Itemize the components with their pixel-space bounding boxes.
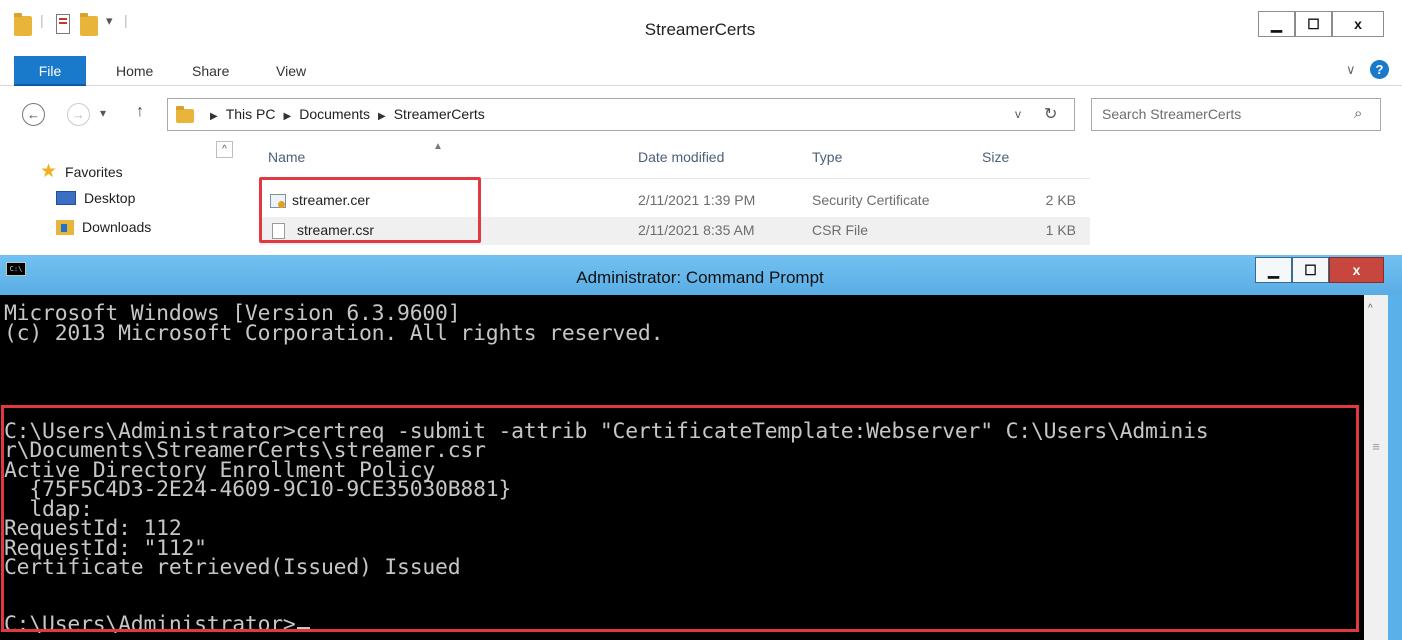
tab-home[interactable]: Home <box>116 56 153 86</box>
console-output[interactable]: Microsoft Windows [Version 6.3.9600] (c)… <box>0 295 1364 640</box>
folder-icon <box>176 106 194 123</box>
close-button[interactable]: x <box>1332 11 1384 37</box>
nav-downloads[interactable]: Downloads <box>56 219 151 235</box>
scroll-thumb-grip-icon[interactable]: ≡ <box>1366 431 1386 463</box>
refresh-icon[interactable]: ↻ <box>1044 104 1057 124</box>
nav-desktop[interactable]: Desktop <box>56 190 135 206</box>
search-input[interactable]: Search StreamerCerts ⌕ <box>1091 98 1381 131</box>
command-prompt-icon[interactable]: C:\ <box>6 262 26 276</box>
cmd-window-title: Administrator: Command Prompt <box>576 268 824 287</box>
new-folder-icon[interactable] <box>80 13 98 36</box>
navigation-pane: ^ ★ Favorites Desktop Downloads <box>0 140 240 255</box>
forward-icon[interactable]: → <box>67 103 90 126</box>
window-controls: ▁ ☐ x <box>1258 11 1384 37</box>
ribbon-tabs: File Home Share View ∨ ? <box>0 56 1402 86</box>
breadcrumb-separator-icon[interactable]: ▶ <box>378 111 386 122</box>
nav-favorites[interactable]: ★ Favorites <box>40 160 123 183</box>
back-icon[interactable]: ← <box>22 103 45 126</box>
scroll-up-icon[interactable]: ^ <box>216 141 233 158</box>
customize-dropdown-icon[interactable]: ▾ <box>106 13 113 33</box>
breadcrumb-this-pc[interactable]: This PC <box>226 106 276 122</box>
breadcrumb-separator-icon: ▶ <box>210 111 218 122</box>
close-button[interactable]: x <box>1329 257 1384 283</box>
cmd-titlebar: C:\ Administrator: Command Prompt ▁ ☐ x <box>0 255 1402 295</box>
file-date: 2/11/2021 1:39 PM <box>638 192 756 208</box>
nav-desktop-label: Desktop <box>84 190 136 206</box>
minimize-button[interactable]: ▁ <box>1255 257 1292 283</box>
scroll-up-icon[interactable]: ^ <box>1368 303 1373 314</box>
maximize-button[interactable]: ☐ <box>1295 11 1332 37</box>
explorer-window: | ▾ | StreamerCerts ▁ ☐ x File Home Shar… <box>0 0 1402 255</box>
breadcrumb-separator-icon[interactable]: ▶ <box>284 111 292 122</box>
file-type: CSR File <box>812 222 869 238</box>
desktop-icon <box>56 191 76 205</box>
up-arrow-icon[interactable]: ↑ <box>136 103 144 121</box>
nav-downloads-label: Downloads <box>82 219 152 235</box>
tab-share[interactable]: Share <box>192 56 229 86</box>
search-icon[interactable]: ⌕ <box>1354 105 1362 122</box>
file-size: 1 KB <box>1045 222 1076 238</box>
tab-file[interactable]: File <box>14 56 86 86</box>
column-header-name[interactable]: Name <box>268 149 305 165</box>
address-row: ← → ▾ ↑ ▶ This PC ▶ Documents ▶ StreamerCerts… <box>0 94 1402 134</box>
cmd-scrollbar[interactable]: ^ ≡ <box>1364 295 1388 640</box>
console-line: (c) 2013 Microsoft Corporation. All righ… <box>4 321 664 346</box>
toolbar-divider: | <box>40 12 44 28</box>
breadcrumb: ▶ This PC ▶ Documents ▶ StreamerCerts <box>202 106 485 122</box>
properties-icon[interactable] <box>56 14 70 34</box>
file-type: Security Certificate <box>812 192 930 208</box>
maximize-button[interactable]: ☐ <box>1292 257 1329 283</box>
breadcrumb-streamercerts[interactable]: StreamerCerts <box>394 106 485 122</box>
file-date: 2/11/2021 8:35 AM <box>638 222 755 238</box>
explorer-titlebar: | ▾ | StreamerCerts ▁ ☐ x <box>0 0 1402 50</box>
cmd-window-controls: ▁ ☐ x <box>1255 257 1384 283</box>
window-title: StreamerCerts <box>644 20 756 39</box>
downloads-folder-icon <box>56 219 74 235</box>
star-icon: ★ <box>40 161 58 182</box>
address-bar[interactable]: ▶ This PC ▶ Documents ▶ StreamerCerts v ↻ <box>167 98 1075 131</box>
highlight-box-command-output <box>1 405 1359 632</box>
column-header-date-modified[interactable]: Date modified <box>638 149 724 165</box>
chevron-down-icon[interactable]: ∨ <box>1346 62 1356 78</box>
cmd-window: C:\ Administrator: Command Prompt ▁ ☐ x … <box>0 255 1402 640</box>
address-dropdown-icon[interactable]: v <box>1015 107 1021 121</box>
column-header-size[interactable]: Size <box>982 149 1009 165</box>
help-icon[interactable]: ? <box>1370 60 1389 79</box>
nav-favorites-label: Favorites <box>65 163 123 180</box>
column-header-type[interactable]: Type <box>812 149 842 165</box>
recent-locations-icon[interactable]: ▾ <box>100 106 106 120</box>
breadcrumb-documents[interactable]: Documents <box>299 106 370 122</box>
highlight-box-files <box>259 177 481 243</box>
tab-view[interactable]: View <box>276 56 306 86</box>
toolbar-divider: | <box>124 12 128 28</box>
search-placeholder: Search StreamerCerts <box>1102 106 1242 122</box>
folder-icon[interactable] <box>14 13 32 36</box>
sort-ascending-icon: ▲ <box>433 141 443 152</box>
file-size: 2 KB <box>1045 192 1076 208</box>
minimize-button[interactable]: ▁ <box>1258 11 1295 37</box>
